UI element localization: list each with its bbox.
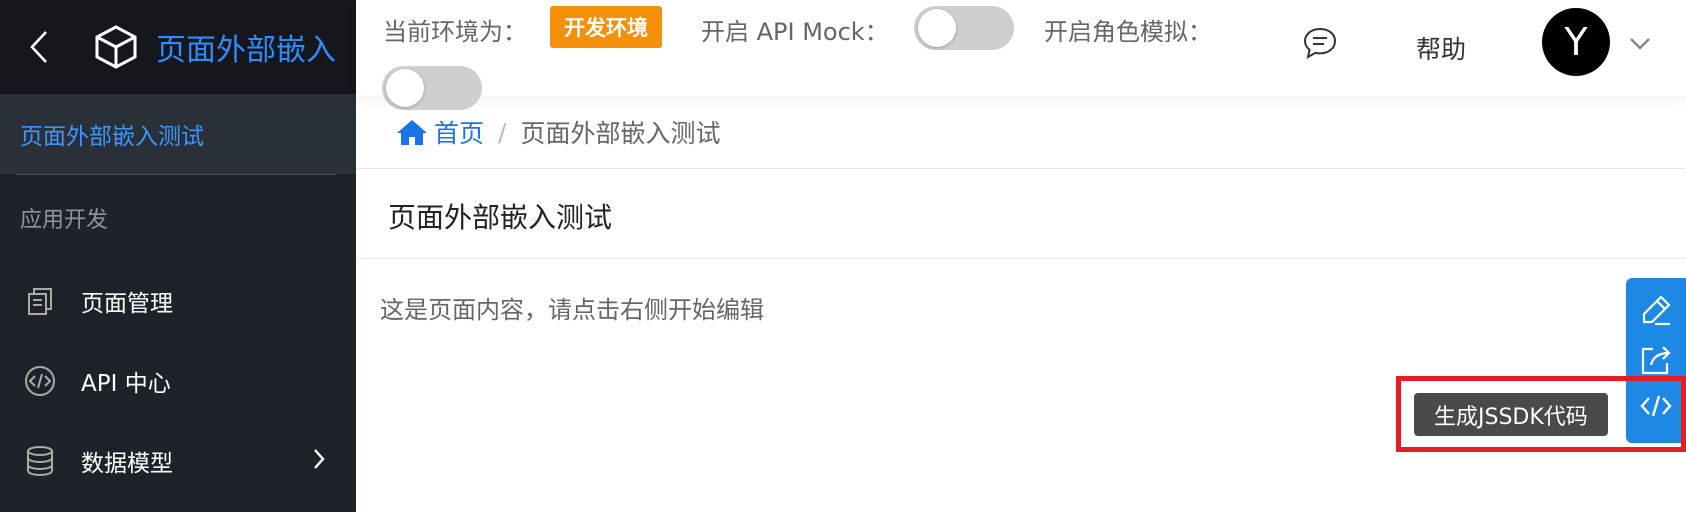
home-icon	[397, 120, 427, 145]
sidebar-header: 页面外部嵌入	[0, 0, 356, 94]
page-content-text: 这是页面内容，请点击右侧开始编辑	[380, 296, 764, 324]
code-circle-icon	[24, 365, 56, 397]
chevron-down-icon[interactable]	[1628, 36, 1652, 56]
api-mock-label: 开启 API Mock：	[701, 18, 889, 46]
document-copy-icon	[24, 285, 56, 317]
sidebar-item-label: API 中心	[81, 371, 171, 397]
sidebar-item-data-model[interactable]: 数据模型	[0, 421, 356, 501]
edit-icon[interactable]	[1638, 292, 1674, 328]
breadcrumb-home[interactable]: 首页	[396, 114, 484, 150]
divider	[356, 258, 1686, 259]
sidebar-item-page-management[interactable]: 页面管理	[0, 261, 356, 341]
sidebar-item-active-page[interactable]: 页面外部嵌入测试	[0, 94, 356, 174]
top-bar: 当前环境为： 开发环境 开启 API Mock： 开启角色模拟： 帮助 Y	[356, 0, 1686, 110]
role-simulation-toggle[interactable]	[382, 66, 482, 110]
sidebar: 页面外部嵌入 页面外部嵌入测试 应用开发 页面管理 API 中心 数据模型	[0, 0, 356, 512]
breadcrumb-home-label: 首页	[434, 119, 485, 148]
breadcrumb-current: 页面外部嵌入测试	[520, 119, 721, 148]
database-icon	[24, 445, 56, 477]
help-link[interactable]: 帮助	[1416, 30, 1466, 66]
breadcrumb: 首页 / 页面外部嵌入测试	[396, 114, 720, 150]
cube-logo-icon	[92, 23, 140, 71]
role-simulation-label: 开启角色模拟：	[1044, 18, 1212, 46]
tooltip-generate-jssdk: 生成JSSDK代码	[1414, 393, 1608, 436]
share-icon[interactable]	[1638, 342, 1674, 378]
sidebar-item-api-center[interactable]: API 中心	[0, 341, 356, 421]
breadcrumb-separator: /	[498, 117, 507, 147]
sidebar-item-label: 页面管理	[81, 291, 173, 317]
environment-label: 当前环境为：	[383, 18, 527, 46]
divider	[356, 168, 1686, 169]
message-icon[interactable]	[1302, 26, 1338, 60]
avatar[interactable]: Y	[1542, 8, 1610, 76]
page-title: 页面外部嵌入测试	[388, 201, 613, 234]
sidebar-group-label: 应用开发	[20, 208, 109, 233]
chevron-right-icon	[312, 447, 326, 477]
sidebar-item-label: 数据模型	[81, 451, 173, 477]
environment-badge: 开发环境	[550, 6, 662, 48]
app-title: 页面外部嵌入	[156, 33, 336, 68]
api-mock-toggle[interactable]	[914, 6, 1014, 50]
back-icon[interactable]	[22, 27, 56, 67]
